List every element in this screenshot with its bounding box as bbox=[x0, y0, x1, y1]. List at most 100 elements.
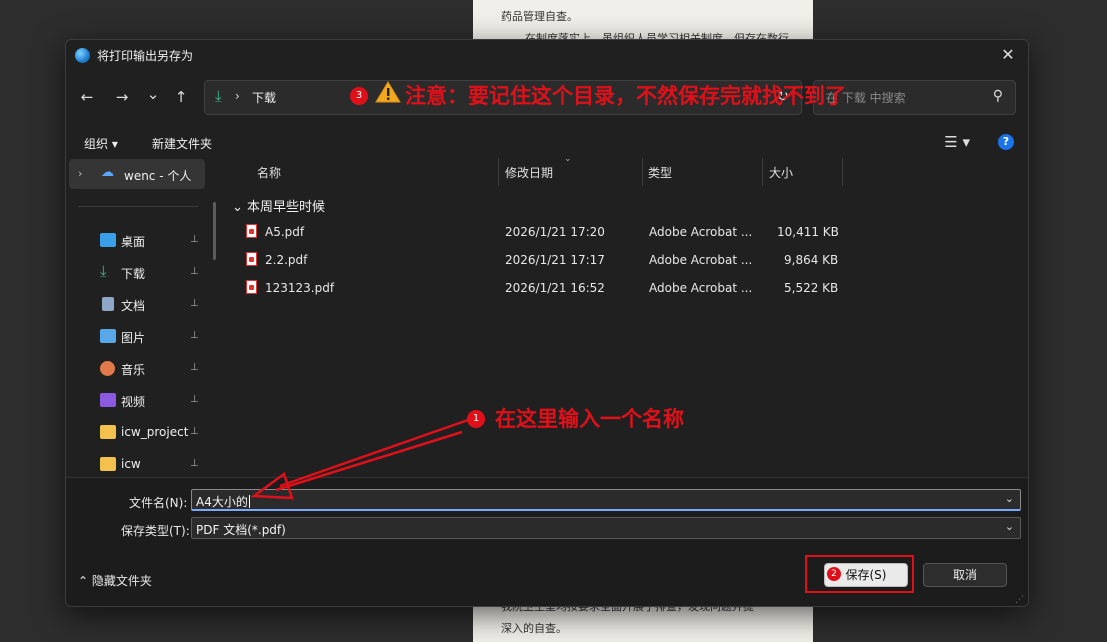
column-header-name[interactable]: 名称 bbox=[257, 164, 281, 181]
file-name: 123123.pdf bbox=[265, 281, 335, 295]
table-row[interactable]: 2.2.pdf 2026/1/21 17:17 Adobe Acrobat ..… bbox=[224, 246, 1024, 274]
pin-icon[interactable]: ⊥ bbox=[190, 298, 199, 309]
view-options-icon[interactable]: ☰ ▾ bbox=[944, 133, 970, 151]
file-date: 2026/1/21 17:17 bbox=[505, 253, 605, 267]
list-header: 名称 ⌄ 修改日期 类型 大小 bbox=[224, 154, 1028, 186]
file-size: 5,522 KB bbox=[784, 281, 839, 295]
pin-icon[interactable]: ⊥ bbox=[190, 394, 199, 405]
title-bar: 将打印输出另存为 ✕ bbox=[66, 40, 1028, 70]
breadcrumb-downloads[interactable]: 下载 bbox=[252, 89, 276, 106]
folder-icon bbox=[100, 457, 116, 471]
collapse-chevron-icon[interactable]: ⌄ bbox=[232, 200, 243, 215]
annotation-badge-2: 2 bbox=[827, 567, 841, 581]
pin-icon[interactable]: ⊥ bbox=[190, 234, 199, 245]
breadcrumb-separator-icon: › bbox=[235, 89, 240, 103]
chevron-down-icon[interactable]: ⌄ bbox=[1005, 492, 1014, 505]
sidebar-item-icw-project[interactable]: icw_project ⊥ bbox=[100, 422, 222, 444]
pin-icon[interactable]: ⊥ bbox=[190, 458, 199, 469]
column-separator[interactable] bbox=[642, 158, 643, 186]
chevron-up-icon: ⌃ bbox=[78, 574, 89, 588]
group-header[interactable]: ⌄ 本周早些时候 bbox=[232, 196, 325, 215]
hide-folders-label: 隐藏文件夹 bbox=[91, 574, 152, 588]
annotation-text-3: 注意：要记住这个目录，不然保存完就找不到了 bbox=[405, 83, 846, 108]
sort-chevron-icon: ⌄ bbox=[564, 154, 572, 164]
expand-chevron-icon[interactable]: › bbox=[78, 167, 82, 180]
sidebar-item-label: 下载 bbox=[121, 267, 146, 281]
filename-label: 文件名(N): bbox=[129, 496, 188, 510]
annotation-arrow bbox=[250, 418, 469, 500]
download-icon: ⤓ bbox=[215, 87, 222, 105]
warning-icon bbox=[375, 81, 401, 103]
video-icon bbox=[100, 393, 116, 407]
pin-icon[interactable]: ⊥ bbox=[190, 362, 199, 373]
table-row[interactable]: 123123.pdf 2026/1/21 16:52 Adobe Acrobat… bbox=[224, 274, 1024, 302]
sidebar-scrollbar[interactable] bbox=[213, 202, 216, 260]
file-type: Adobe Acrobat ... bbox=[649, 225, 753, 239]
command-bar: 组织 ▾ 新建文件夹 ☰ ▾ ? bbox=[66, 130, 1028, 156]
pdf-file-icon bbox=[246, 252, 257, 266]
column-header-date[interactable]: 修改日期 bbox=[505, 164, 553, 181]
annotation-badge-3: 3 bbox=[350, 87, 368, 105]
annotation-text-1: 在这里输入一个名称 bbox=[495, 406, 684, 431]
sidebar-item-videos[interactable]: 视频 ⊥ bbox=[100, 390, 222, 412]
file-name: 2.2.pdf bbox=[265, 253, 308, 267]
sidebar-item-documents[interactable]: 文档 ⊥ bbox=[100, 294, 222, 316]
sidebar-item-label: icw_project bbox=[121, 425, 189, 439]
sidebar-item-label: 图片 bbox=[121, 331, 146, 345]
music-icon bbox=[100, 361, 115, 376]
back-arrow-icon[interactable]: ← bbox=[76, 86, 98, 108]
hide-folders-button[interactable]: ⌃ 隐藏文件夹 bbox=[78, 572, 152, 589]
doc-line: 深入的自查。 bbox=[501, 622, 567, 635]
column-separator[interactable] bbox=[498, 158, 499, 186]
edge-app-icon bbox=[75, 48, 90, 63]
download-icon: ⤓ bbox=[100, 262, 107, 280]
sidebar-item-label: 桌面 bbox=[121, 235, 146, 249]
file-size: 10,411 KB bbox=[777, 225, 839, 239]
search-icon[interactable]: ⚲ bbox=[993, 88, 1003, 104]
sidebar-item-pictures[interactable]: 图片 ⊥ bbox=[100, 326, 222, 348]
document-icon bbox=[102, 297, 114, 311]
sidebar-item-desktop[interactable]: 桌面 ⊥ bbox=[100, 230, 222, 252]
pin-icon[interactable]: ⊥ bbox=[190, 330, 199, 341]
save-button-highlight bbox=[805, 555, 914, 593]
column-separator[interactable] bbox=[842, 158, 843, 186]
pdf-file-icon bbox=[246, 280, 257, 294]
navigation-pane: › ☁ wenc - 个人 桌面 ⊥ ⤓ 下载 ⊥ 文档 ⊥ 图片 ⊥ 音乐 ⊥… bbox=[66, 158, 216, 476]
column-header-type[interactable]: 类型 bbox=[648, 164, 672, 181]
new-folder-button[interactable]: 新建文件夹 bbox=[152, 135, 212, 152]
resize-grip-icon[interactable]: ⋰ bbox=[1015, 595, 1024, 605]
close-icon[interactable]: ✕ bbox=[996, 44, 1020, 66]
filetype-select[interactable]: PDF 文档(*.pdf) ⌄ bbox=[191, 517, 1021, 539]
sidebar-item-label: icw bbox=[121, 457, 141, 471]
folder-icon bbox=[100, 425, 116, 439]
table-row[interactable]: A5.pdf 2026/1/21 17:20 Adobe Acrobat ...… bbox=[224, 218, 1024, 246]
file-date: 2026/1/21 16:52 bbox=[505, 281, 605, 295]
recent-locations-chevron-icon[interactable]: ⌄ bbox=[142, 83, 164, 105]
sidebar-item-music[interactable]: 音乐 ⊥ bbox=[100, 358, 222, 380]
column-separator[interactable] bbox=[762, 158, 763, 186]
chevron-down-icon[interactable]: ⌄ bbox=[1005, 520, 1014, 533]
filetype-value: PDF 文档(*.pdf) bbox=[196, 523, 286, 537]
column-header-size[interactable]: 大小 bbox=[769, 164, 793, 181]
help-icon[interactable]: ? bbox=[998, 134, 1014, 150]
file-type: Adobe Acrobat ... bbox=[649, 253, 753, 267]
cancel-button[interactable]: 取消 bbox=[923, 563, 1007, 587]
sidebar-item-icw[interactable]: icw ⊥ bbox=[100, 454, 222, 476]
save-as-dialog: 将打印输出另存为 ✕ ← → ⌄ ↑ ⤓ › 下载 ↻ 在 下载 中搜索 ⚲ 组… bbox=[65, 39, 1029, 607]
up-arrow-icon[interactable]: ↑ bbox=[170, 86, 192, 108]
pdf-file-icon bbox=[246, 224, 257, 238]
file-type: Adobe Acrobat ... bbox=[649, 281, 753, 295]
doc-line: 药品管理自查。 bbox=[501, 10, 578, 23]
sidebar-item-label: wenc - 个人 bbox=[124, 169, 192, 183]
organize-menu-button[interactable]: 组织 ▾ bbox=[84, 135, 118, 152]
sidebar-item-label: 文档 bbox=[121, 299, 146, 313]
file-date: 2026/1/21 17:20 bbox=[505, 225, 605, 239]
sidebar-item-label: 音乐 bbox=[121, 363, 146, 377]
pin-icon[interactable]: ⊥ bbox=[190, 426, 199, 437]
sidebar-item-onedrive[interactable]: › ☁ wenc - 个人 bbox=[69, 159, 205, 189]
pin-icon[interactable]: ⊥ bbox=[190, 266, 199, 277]
sidebar-item-downloads[interactable]: ⤓ 下载 ⊥ bbox=[100, 262, 222, 284]
sidebar-item-label: 视频 bbox=[121, 395, 146, 409]
forward-arrow-icon[interactable]: → bbox=[111, 86, 133, 108]
dialog-title: 将打印输出另存为 bbox=[97, 49, 194, 63]
